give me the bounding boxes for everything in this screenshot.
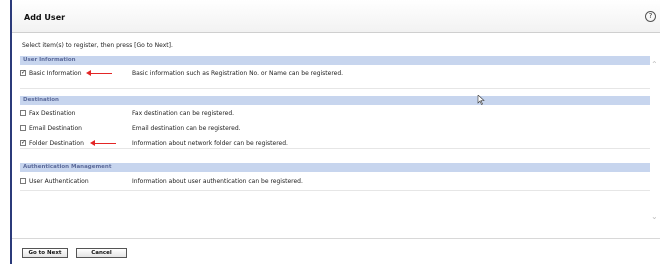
row-divider (20, 190, 650, 191)
email-destination-checkbox[interactable] (20, 125, 26, 131)
red-arrow-icon (86, 70, 114, 77)
item-row-fax-destination: Fax Destination Fax destination can be r… (20, 109, 650, 118)
item-row-basic-information: ✓ Basic Information Basic information su… (20, 69, 650, 78)
section-header-authentication-management: Authentication Management (20, 163, 650, 172)
section-header-destination: Destination (20, 96, 650, 105)
item-row-user-authentication: User Authentication Information about us… (20, 177, 650, 186)
email-destination-label[interactable]: Email Destination (29, 124, 82, 133)
help-icon[interactable]: ? (645, 11, 656, 22)
basic-information-label[interactable]: Basic Information (29, 69, 82, 78)
footer-divider (12, 238, 660, 239)
cancel-button[interactable]: Cancel (76, 248, 127, 258)
instruction-text: Select item(s) to register, then press [… (22, 42, 173, 49)
item-row-email-destination: Email Destination Email destination can … (20, 124, 650, 133)
user-authentication-description: Information about user authentication ca… (132, 178, 303, 185)
fax-destination-description: Fax destination can be registered. (132, 110, 235, 117)
left-accent-rule (10, 0, 12, 264)
scroll-up-icon[interactable]: ⌃ (651, 60, 658, 69)
fax-destination-checkbox[interactable] (20, 110, 26, 116)
basic-information-description: Basic information such as Registration N… (132, 70, 344, 77)
row-divider (20, 88, 650, 89)
row-divider (20, 148, 650, 149)
fax-destination-label[interactable]: Fax Destination (29, 109, 75, 118)
folder-destination-description: Information about network folder can be … (132, 140, 288, 147)
registration-panel: User Information ✓ Basic Information Bas… (20, 54, 650, 230)
dialog-header: Add User ? (12, 0, 660, 33)
item-row-folder-destination: ✓ Folder Destination Information about n… (20, 139, 650, 148)
folder-destination-label[interactable]: Folder Destination (29, 139, 84, 148)
basic-information-checkbox[interactable]: ✓ (20, 70, 26, 76)
user-authentication-label[interactable]: User Authentication (29, 177, 89, 186)
scroll-down-icon[interactable]: ⌄ (651, 212, 658, 221)
red-arrow-icon (90, 140, 118, 147)
mouse-cursor-icon (477, 95, 485, 105)
go-to-next-button[interactable]: Go to Next (22, 248, 68, 258)
folder-destination-checkbox[interactable]: ✓ (20, 140, 26, 146)
user-authentication-checkbox[interactable] (20, 178, 26, 184)
page-title: Add User (24, 13, 66, 22)
section-header-user-information: User Information (20, 56, 650, 65)
email-destination-description: Email destination can be registered. (132, 125, 241, 132)
